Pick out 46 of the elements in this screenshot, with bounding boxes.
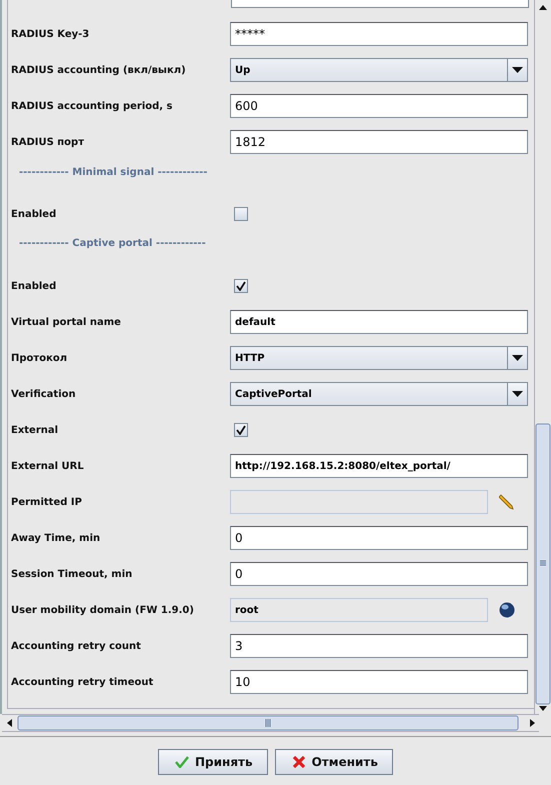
- dropdown[interactable]: Up: [230, 58, 528, 82]
- section-header: ------------ Captive portal ------------: [19, 238, 206, 249]
- field-label: External: [11, 424, 60, 436]
- field-label: RADIUS accounting period, s: [11, 100, 174, 112]
- field-label: Verification: [11, 388, 77, 400]
- field-label: Virtual portal name: [11, 316, 122, 328]
- accept-button[interactable]: Принять: [158, 748, 268, 774]
- field-label: Протокол: [11, 352, 68, 364]
- caret-icon: [512, 355, 523, 361]
- field-label: RADIUS Key-3: [11, 28, 90, 40]
- field-label: Accounting retry count: [11, 640, 142, 652]
- text-field[interactable]: *****: [230, 22, 528, 46]
- checkmark-icon: [175, 756, 190, 768]
- section-header: ------------ Minimal signal ------------: [19, 167, 208, 178]
- field-label: Away Time, min: [11, 532, 102, 544]
- text-field[interactable]: http://192.168.15.2:8080/eltex_portal/: [230, 454, 528, 478]
- field-label: RADIUS accounting (вкл/выкл): [11, 64, 187, 76]
- field-label: External URL: [11, 460, 85, 472]
- caret-icon: [512, 67, 523, 73]
- field-label: Accounting retry timeout: [11, 676, 154, 688]
- text-field[interactable]: 1812: [230, 130, 528, 154]
- dropdown[interactable]: CaptivePortal: [230, 382, 528, 406]
- field-label: Enabled: [11, 280, 58, 292]
- pencil-icon[interactable]: [499, 494, 515, 510]
- horizontal-scrollbar[interactable]: [2, 714, 539, 732]
- text-field[interactable]: 10: [230, 670, 528, 694]
- text-field[interactable]: 0: [230, 562, 528, 586]
- cross-icon: [292, 754, 306, 768]
- caret-icon: [512, 391, 523, 397]
- text-field[interactable]: 0: [230, 526, 528, 550]
- dropdown[interactable]: HTTP: [230, 346, 528, 370]
- field-label: RADIUS порт: [11, 136, 85, 148]
- field-label: Session Timeout, min: [11, 568, 134, 580]
- field-label: Permitted IP: [11, 496, 83, 508]
- cancel-button[interactable]: Отменить: [274, 748, 393, 774]
- checkbox[interactable]: [234, 279, 248, 293]
- text-field[interactable]: 600: [230, 94, 528, 118]
- vertical-scrollbar[interactable]: [534, 0, 551, 714]
- text-field[interactable]: default: [230, 310, 528, 334]
- checkbox[interactable]: [234, 207, 248, 221]
- field-label: User mobility domain (FW 1.9.0): [11, 604, 195, 616]
- field-label: Enabled: [11, 208, 58, 220]
- text-field[interactable]: 3: [230, 634, 528, 658]
- globe-icon[interactable]: [499, 602, 515, 618]
- checkbox[interactable]: [234, 423, 248, 437]
- text-field[interactable]: [231, 0, 529, 8]
